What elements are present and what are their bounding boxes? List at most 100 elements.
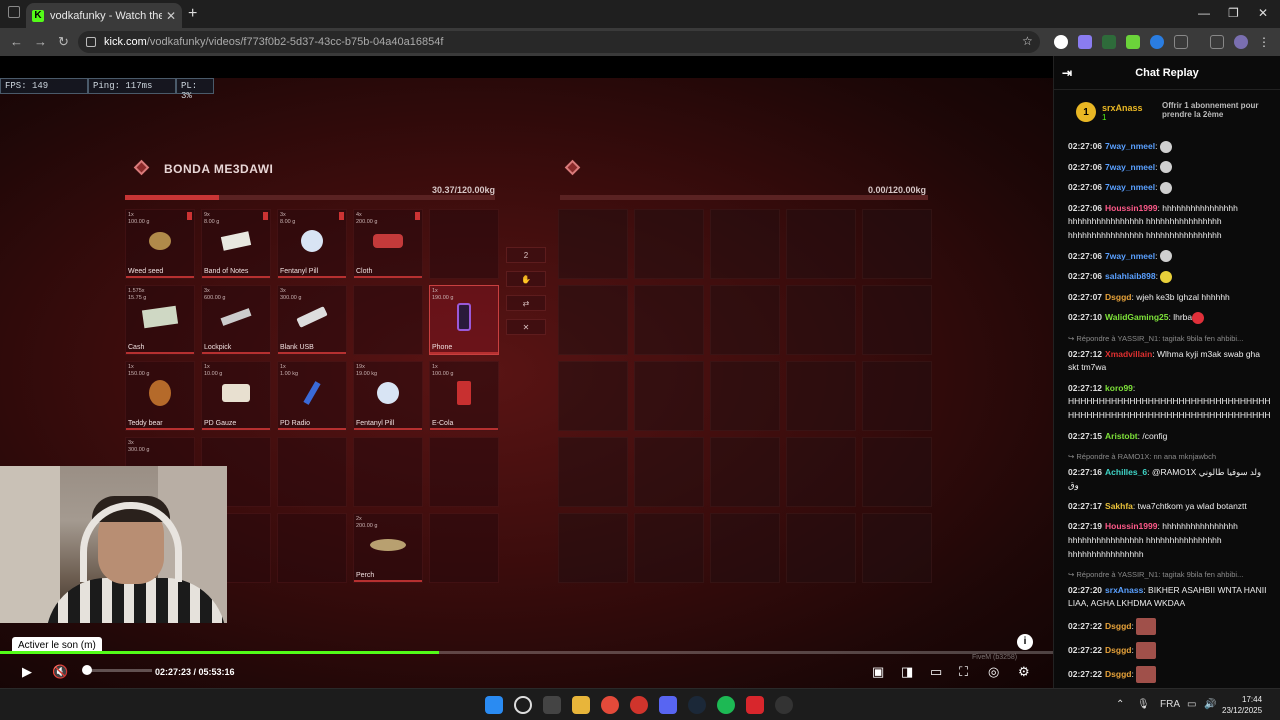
message-username[interactable]: koro99 — [1105, 383, 1133, 393]
inventory-slot[interactable]: 4x 200.00 g Cloth — [353, 209, 423, 279]
inventory-slot[interactable]: 1x 100.00 g Weed seed — [125, 209, 195, 279]
chrome-icon[interactable] — [601, 696, 619, 714]
ground-slot[interactable] — [634, 437, 704, 507]
gift-sub-offer[interactable]: Offrir 1 abonnement pour prendre la 2ème — [1162, 101, 1280, 119]
app-icon[interactable] — [775, 696, 793, 714]
speaker-icon[interactable]: 🔊 — [1204, 699, 1216, 710]
play-icon[interactable]: ▶ — [22, 664, 32, 680]
file-explorer-icon[interactable] — [572, 696, 590, 714]
clip-icon[interactable]: ◨ — [901, 664, 913, 680]
extension-icon[interactable] — [1078, 35, 1092, 49]
ground-slot[interactable] — [558, 361, 628, 431]
ground-slot[interactable] — [862, 437, 932, 507]
menu-icon[interactable]: ⋮ — [1258, 35, 1272, 49]
extension-icon[interactable] — [1150, 35, 1164, 49]
ground-slot[interactable] — [710, 209, 780, 279]
browser-tab[interactable]: K vodkafunky - Watch the VOD o ✕ — [26, 3, 182, 28]
theater-mode-icon[interactable]: ▭ — [930, 664, 942, 680]
inventory-slot[interactable] — [429, 437, 499, 507]
picture-in-picture-icon[interactable]: ▣ — [872, 664, 884, 680]
close-tab-icon[interactable]: ✕ — [166, 9, 176, 23]
reading-list-icon[interactable] — [1210, 35, 1224, 49]
amount-input[interactable]: 2 — [506, 247, 546, 263]
message-username[interactable]: Xmadvillain — [1105, 349, 1152, 359]
microphone-icon[interactable]: 🎙 — [1137, 699, 1150, 710]
pinned-username[interactable]: srxAnass — [1102, 103, 1143, 113]
inventory-slot[interactable]: 1x 100.00 g E-Cola — [429, 361, 499, 431]
inventory-slot[interactable]: 1x 190.00 g Phone — [429, 285, 499, 355]
task-view-icon[interactable] — [543, 696, 561, 714]
message-username[interactable]: srxAnass — [1105, 585, 1143, 595]
progress-bar[interactable] — [0, 651, 1053, 654]
app-icon[interactable] — [746, 696, 764, 714]
clock[interactable]: 17:44 23/12/2025 — [1222, 694, 1262, 716]
ground-slot[interactable] — [558, 285, 628, 355]
close-window-icon[interactable]: ✕ — [1258, 6, 1268, 20]
message-username[interactable]: Dsggd — [1105, 292, 1131, 302]
inventory-slot[interactable]: 1x 10.00 g PD Gauze — [201, 361, 271, 431]
video-player[interactable]: FPS: 149 Ping: 117ms PL: 3% BONDA ME3DAW… — [0, 56, 1053, 688]
ground-slot[interactable] — [786, 437, 856, 507]
ground-slot[interactable] — [862, 513, 932, 583]
inventory-slot[interactable] — [353, 285, 423, 355]
ground-slot[interactable] — [558, 513, 628, 583]
inventory-slot[interactable] — [353, 437, 423, 507]
ground-slot[interactable] — [634, 361, 704, 431]
inventory-slot[interactable] — [277, 437, 347, 507]
site-info-icon[interactable] — [86, 37, 96, 47]
ground-slot[interactable] — [634, 513, 704, 583]
bookmark-star-icon[interactable]: ☆ — [1022, 34, 1033, 48]
ground-slot[interactable] — [558, 209, 628, 279]
ground-slot[interactable] — [786, 285, 856, 355]
ground-slot[interactable] — [634, 209, 704, 279]
inventory-slot[interactable]: 3x 600.00 g Lockpick — [201, 285, 271, 355]
message-username[interactable]: Dsggd — [1105, 621, 1131, 631]
message-username[interactable]: Houssin1999 — [1105, 521, 1157, 531]
reload-icon[interactable]: ↻ — [58, 34, 69, 50]
message-username[interactable]: Aristobt — [1105, 431, 1138, 441]
playback-speed-icon[interactable]: ◎ — [988, 664, 999, 680]
extension-icon[interactable] — [1054, 35, 1068, 49]
ground-slot[interactable] — [710, 437, 780, 507]
steam-icon[interactable] — [688, 696, 706, 714]
inventory-slot[interactable] — [429, 209, 499, 279]
inventory-slot[interactable]: 9x 8.00 g Band of Notes — [201, 209, 271, 279]
inventory-slot[interactable] — [429, 513, 499, 583]
message-username[interactable]: WalidGaming25 — [1105, 312, 1168, 322]
inventory-slot[interactable]: 2x 200.00 g Perch — [353, 513, 423, 583]
profile-avatar[interactable] — [1234, 35, 1248, 49]
extension-icon[interactable] — [1102, 35, 1116, 49]
volume-icon[interactable]: 🔇 — [52, 664, 68, 680]
maximize-icon[interactable]: ❐ — [1228, 6, 1239, 20]
message-username[interactable]: Dsggd — [1105, 669, 1131, 679]
give-button[interactable]: ⇄ — [506, 295, 546, 311]
ground-slot[interactable] — [862, 285, 932, 355]
inventory-slot[interactable]: 3x 300.00 g Blank USB — [277, 285, 347, 355]
tray-chevron-icon[interactable]: ⌃ — [1116, 699, 1124, 710]
minimize-icon[interactable]: — — [1198, 6, 1210, 20]
message-username[interactable]: 7way_nmeel — [1105, 141, 1155, 151]
message-username[interactable]: 7way_nmeel — [1105, 182, 1155, 192]
ground-slot[interactable] — [710, 285, 780, 355]
ground-slot[interactable] — [786, 513, 856, 583]
url-field[interactable]: kick.com /vodkafunky/videos/f773f0b2-5d3… — [78, 31, 1040, 53]
use-button[interactable]: ✋ — [506, 271, 546, 287]
close-inventory-button[interactable]: ✕ — [506, 319, 546, 335]
tab-list-icon[interactable] — [8, 6, 20, 18]
volume-knob[interactable] — [82, 665, 92, 675]
ground-slot[interactable] — [710, 361, 780, 431]
message-username[interactable]: salahlaib898 — [1105, 271, 1156, 281]
message-username[interactable]: 7way_nmeel — [1105, 162, 1155, 172]
ground-slot[interactable] — [710, 513, 780, 583]
collapse-chat-icon[interactable]: ⇥ — [1062, 66, 1072, 80]
search-icon[interactable] — [514, 696, 532, 714]
message-username[interactable]: Achilles_6 — [1105, 467, 1147, 477]
ground-slot[interactable] — [558, 437, 628, 507]
settings-gear-icon[interactable]: ⚙ — [1018, 664, 1030, 680]
inventory-slot[interactable]: 3x 8.00 g Fentanyl Pill — [277, 209, 347, 279]
extensions-puzzle-icon[interactable] — [1174, 35, 1188, 49]
discord-icon[interactable] — [659, 696, 677, 714]
extension-icon[interactable] — [1126, 35, 1140, 49]
message-username[interactable]: Dsggd — [1105, 645, 1131, 655]
volume-slider[interactable] — [82, 665, 152, 675]
